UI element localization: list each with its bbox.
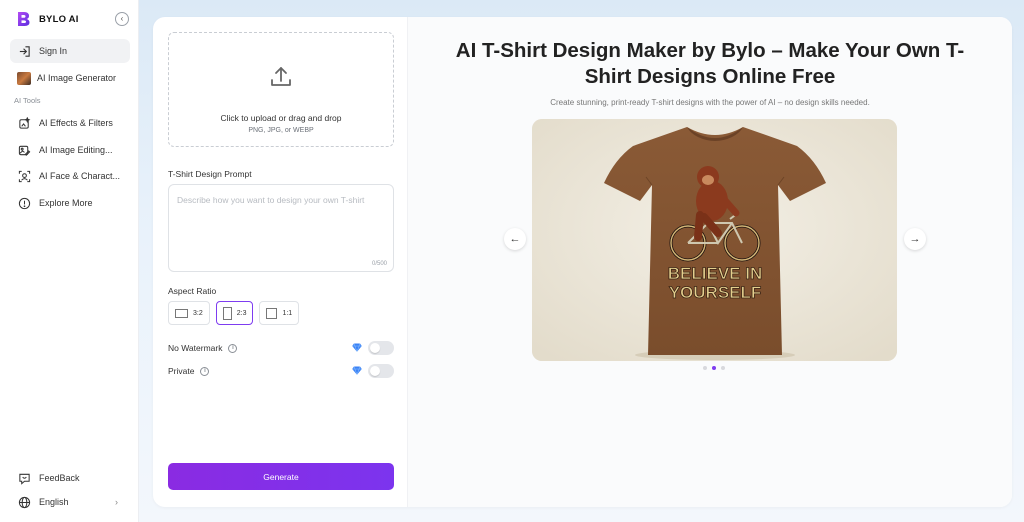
sidebar-item-image-generator[interactable]: AI Image Generator bbox=[10, 66, 130, 90]
chevron-right-icon: › bbox=[115, 497, 118, 507]
tshirt-mockup-image: BELIEVE IN YOURSELF bbox=[532, 119, 897, 361]
sidebar-item-face-character[interactable]: AI Face & Charact... bbox=[10, 164, 130, 188]
sidebar-item-label: AI Effects & Filters bbox=[39, 118, 113, 128]
ratio-label: 3:2 bbox=[193, 309, 203, 317]
page-title: AI T-Shirt Design Maker by Bylo – Make Y… bbox=[455, 39, 965, 88]
prompt-placeholder: Describe how you want to design your own… bbox=[177, 195, 365, 205]
carousel-dot[interactable] bbox=[703, 366, 707, 370]
toggle-knob bbox=[370, 343, 380, 353]
aspect-ratio-label: Aspect Ratio bbox=[168, 286, 217, 296]
globe-icon bbox=[17, 495, 31, 509]
ratio-option-2-3[interactable]: 2:3 bbox=[215, 301, 254, 325]
no-watermark-row: No Watermark i bbox=[168, 341, 394, 355]
effects-icon bbox=[17, 116, 31, 130]
ratio-label: 1:1 bbox=[282, 309, 293, 317]
image-edit-icon bbox=[17, 143, 31, 157]
square-ratio-icon bbox=[266, 307, 278, 319]
premium-diamond-icon bbox=[352, 343, 362, 352]
no-watermark-toggle[interactable] bbox=[368, 341, 394, 355]
upload-dropzone[interactable]: Click to upload or drag and drop PNG, JP… bbox=[168, 32, 394, 147]
carousel-dot-active[interactable] bbox=[712, 366, 716, 370]
language-selector[interactable]: English › bbox=[10, 490, 130, 514]
arrow-left-icon: ← bbox=[509, 233, 521, 245]
portrait-ratio-icon bbox=[222, 306, 232, 320]
toggle-knob bbox=[370, 366, 380, 376]
private-label: Private bbox=[168, 366, 195, 376]
feedback-label: FeedBack bbox=[39, 473, 80, 483]
ratio-option-3-2[interactable]: 3:2 bbox=[168, 301, 210, 325]
sidebar-item-label: AI Face & Charact... bbox=[39, 171, 121, 181]
ratio-option-1-1[interactable]: 1:1 bbox=[259, 301, 300, 325]
sidebar-item-label: AI Image Editing... bbox=[39, 145, 113, 155]
shirt-slogan-line1: BELIEVE IN bbox=[668, 264, 762, 283]
face-icon bbox=[17, 169, 31, 183]
prompt-label: T-Shirt Design Prompt bbox=[168, 169, 252, 179]
info-icon[interactable]: i bbox=[228, 343, 238, 353]
showcase-panel: AI T-Shirt Design Maker by Bylo – Make Y… bbox=[408, 17, 1012, 507]
chevron-left-icon: ‹ bbox=[120, 14, 124, 23]
brand[interactable]: BYLO AI bbox=[15, 11, 79, 27]
design-form-panel: Click to upload or drag and drop PNG, JP… bbox=[153, 17, 408, 507]
collapse-sidebar-button[interactable]: ‹ bbox=[115, 12, 129, 26]
private-row: Private i bbox=[168, 364, 394, 378]
upload-instruction: Click to upload or drag and drop bbox=[220, 113, 342, 123]
ratio-label: 2:3 bbox=[236, 309, 247, 317]
character-counter: 0/500 bbox=[371, 261, 387, 267]
arrow-right-icon: → bbox=[909, 233, 921, 245]
sidebar-item-explore-more[interactable]: Explore More bbox=[10, 191, 130, 215]
upload-icon bbox=[271, 67, 291, 86]
image-generator-thumbnail bbox=[17, 71, 31, 85]
carousel-pagination bbox=[703, 366, 725, 370]
section-label-ai-tools: AI Tools bbox=[14, 96, 41, 105]
main-card: Click to upload or drag and drop PNG, JP… bbox=[153, 17, 1012, 507]
sidebar-item-label: AI Image Generator bbox=[37, 73, 117, 83]
feedback-button[interactable]: FeedBack bbox=[10, 466, 130, 490]
brand-name: BYLO AI bbox=[39, 13, 79, 25]
info-icon[interactable]: i bbox=[200, 366, 210, 376]
sidebar-item-image-editing[interactable]: AI Image Editing... bbox=[10, 138, 130, 162]
premium-diamond-icon bbox=[352, 366, 362, 375]
aspect-ratio-options: 3:2 2:3 1:1 bbox=[168, 301, 300, 325]
upload-formats: PNG, JPG, or WEBP bbox=[248, 127, 314, 134]
generate-button[interactable]: Generate bbox=[168, 463, 394, 490]
landscape-ratio-icon bbox=[175, 308, 188, 318]
bylo-logo-icon bbox=[18, 12, 30, 26]
private-toggle[interactable] bbox=[368, 364, 394, 378]
sign-in-button[interactable]: Sign In bbox=[10, 39, 130, 63]
sidebar: BYLO AI ‹ Sign In AI Image Generator AI … bbox=[0, 0, 139, 522]
carousel-next-button[interactable]: → bbox=[904, 228, 926, 250]
language-label: English bbox=[39, 497, 69, 507]
carousel-dot[interactable] bbox=[721, 366, 725, 370]
sidebar-item-label: Explore More bbox=[39, 198, 93, 208]
sign-in-icon bbox=[17, 44, 31, 58]
sidebar-item-effects-filters[interactable]: AI Effects & Filters bbox=[10, 111, 130, 135]
prompt-textarea[interactable]: Describe how you want to design your own… bbox=[168, 184, 394, 272]
sign-in-label: Sign In bbox=[39, 46, 68, 56]
shirt-slogan-line2: YOURSELF bbox=[669, 283, 762, 302]
no-watermark-label: No Watermark bbox=[168, 343, 223, 353]
page-subtitle: Create stunning, print-ready T-shirt des… bbox=[550, 98, 870, 107]
carousel-prev-button[interactable]: ← bbox=[504, 228, 526, 250]
feedback-icon bbox=[17, 471, 31, 485]
explore-icon bbox=[17, 196, 31, 210]
carousel-image-tshirt: BELIEVE IN YOURSELF bbox=[532, 119, 897, 361]
